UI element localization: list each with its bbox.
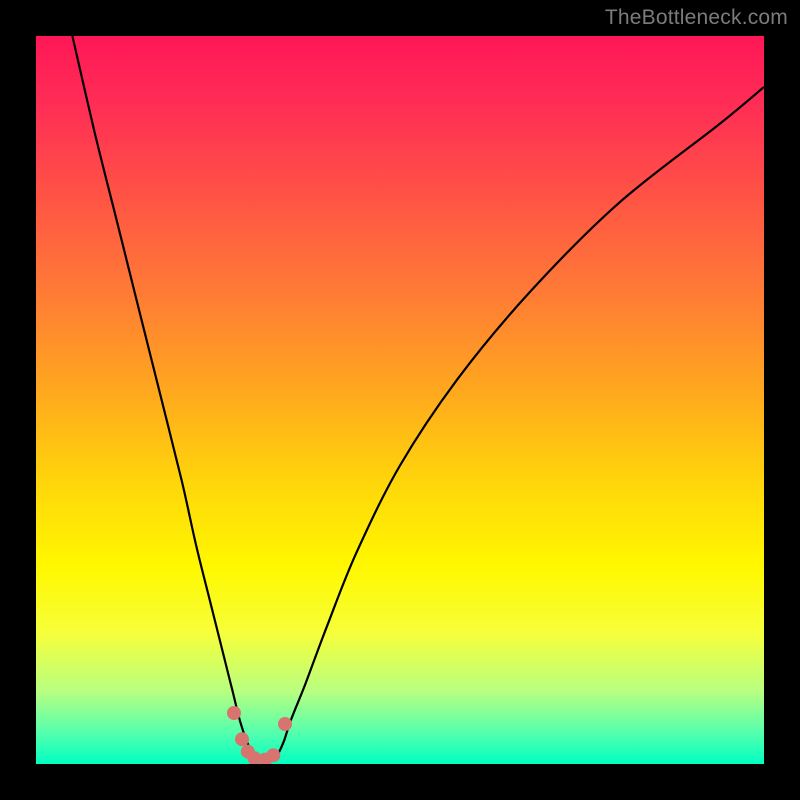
plot-area <box>36 36 764 764</box>
bottleneck-curve <box>72 36 764 762</box>
data-point <box>266 748 280 762</box>
chart-frame: TheBottleneck.com <box>0 0 800 800</box>
min-region-points <box>227 706 292 764</box>
data-point <box>278 717 292 731</box>
data-point <box>235 732 249 746</box>
curve-layer <box>36 36 764 764</box>
watermark-text: TheBottleneck.com <box>605 6 788 30</box>
data-point <box>227 706 241 720</box>
